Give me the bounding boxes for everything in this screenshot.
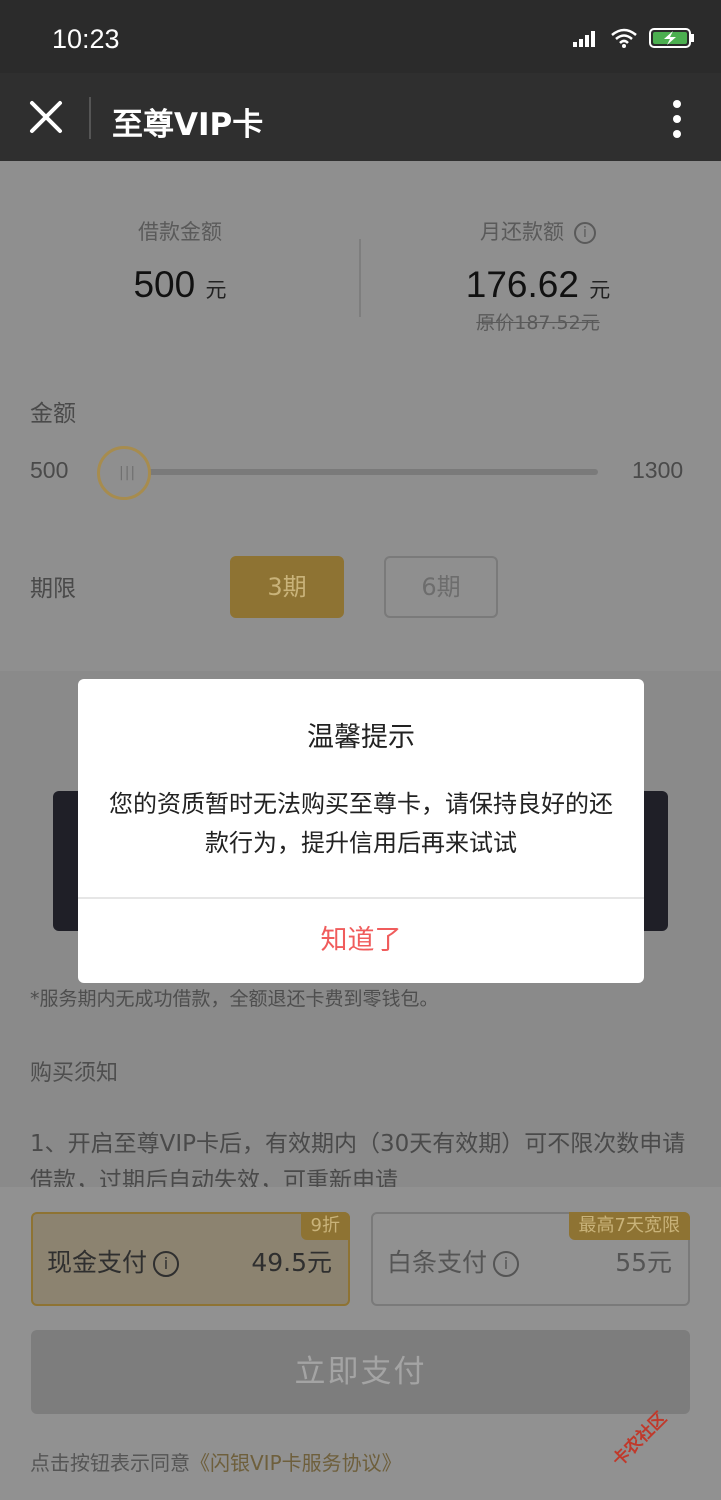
loan-amount-number: 500 xyxy=(133,264,196,305)
refund-note: *服务期内无成功借款，全额退还卡费到零钱包。 xyxy=(30,988,439,1010)
agreement-text: 点击按钮表示同意《闪银VIP卡服务协议》 xyxy=(30,1447,402,1476)
page-title: 至尊VIP卡 xyxy=(112,107,264,143)
iou-payment-label-row: 白条支付 i xyxy=(387,1243,520,1279)
monthly-payment-block: 月还款额 i 176.62 元 原价187.52元 xyxy=(358,216,718,335)
status-time: 10:23 xyxy=(52,24,120,54)
info-icon[interactable]: i xyxy=(574,222,596,244)
more-vertical-icon[interactable] xyxy=(671,99,683,139)
agreement-prefix: 点击按钮表示同意 xyxy=(30,1451,190,1475)
loan-amount-block: 借款金额 500 元 xyxy=(0,216,360,306)
monthly-payment-number: 176.62 xyxy=(465,264,579,305)
loan-amount-unit: 元 xyxy=(205,279,227,302)
status-icons xyxy=(573,28,695,48)
slider-min: 500 xyxy=(30,457,69,483)
dialog-title: 温馨提示 xyxy=(307,722,415,753)
cash-payment-price: 49.5元 xyxy=(251,1248,332,1277)
close-icon[interactable] xyxy=(26,97,66,137)
amount-slider-thumb[interactable]: ||| xyxy=(97,446,151,500)
discount-badge: 9折 xyxy=(300,1212,350,1240)
loan-config: 借款金额 500 元 月还款额 i 176.62 元 原价187.52元 金额 5… xyxy=(0,161,721,671)
cash-payment-label: 现金支付 xyxy=(47,1248,148,1277)
dialog-message: 您的资质暂时无法购买至尊卡，请保持良好的还款行为，提升信用后再来试试 xyxy=(109,790,613,857)
info-icon[interactable]: i xyxy=(493,1251,520,1277)
pay-now-button[interactable]: 立即支付 xyxy=(31,1330,690,1414)
cash-payment-option[interactable]: 9折 现金支付 i 49.5元 xyxy=(31,1212,350,1306)
iou-payment-label: 白条支付 xyxy=(387,1248,488,1277)
loan-amount-label: 借款金额 xyxy=(138,220,222,244)
period-option-3[interactable]: 3期 xyxy=(230,556,344,618)
iou-payment-price: 55元 xyxy=(615,1248,672,1277)
info-icon[interactable]: i xyxy=(153,1251,180,1277)
amount-label: 金额 xyxy=(30,401,76,427)
nav-divider xyxy=(89,97,91,139)
monthly-payment-unit: 元 xyxy=(589,279,611,302)
monthly-payment-value: 176.62 元 xyxy=(358,264,718,306)
period-label: 期限 xyxy=(30,576,76,602)
slider-max: 1300 xyxy=(632,457,684,483)
cash-payment-label-row: 现金支付 i xyxy=(47,1243,180,1279)
agreement-link[interactable]: 《闪银VIP卡服务协议》 xyxy=(190,1451,402,1475)
signal-icon xyxy=(573,31,595,47)
monthly-payment-label-row: 月还款额 i xyxy=(358,216,718,246)
original-price: 原价187.52元 xyxy=(476,312,600,334)
iou-payment-option[interactable]: 最高7天宽限 白条支付 i 55元 xyxy=(371,1212,690,1306)
grip-icon: ||| xyxy=(119,465,137,481)
monthly-payment-label: 月还款额 xyxy=(480,220,564,244)
period-option-6[interactable]: 6期 xyxy=(384,556,498,618)
battery-charging-icon xyxy=(649,28,694,48)
purchase-notice-title: 购买须知 xyxy=(30,1061,119,1086)
dialog-confirm-button[interactable]: 知道了 xyxy=(78,899,644,983)
wifi-icon xyxy=(611,28,637,48)
amount-slider-track[interactable] xyxy=(120,469,598,475)
grace-badge: 最高7天宽限 xyxy=(568,1212,690,1240)
status-bar: 10:23 xyxy=(0,0,721,73)
alert-dialog: 温馨提示 您的资质暂时无法购买至尊卡，请保持良好的还款行为，提升信用后再来试试 … xyxy=(78,679,644,983)
loan-amount-value: 500 元 xyxy=(0,264,360,306)
nav-bar: 至尊VIP卡 xyxy=(0,73,721,161)
